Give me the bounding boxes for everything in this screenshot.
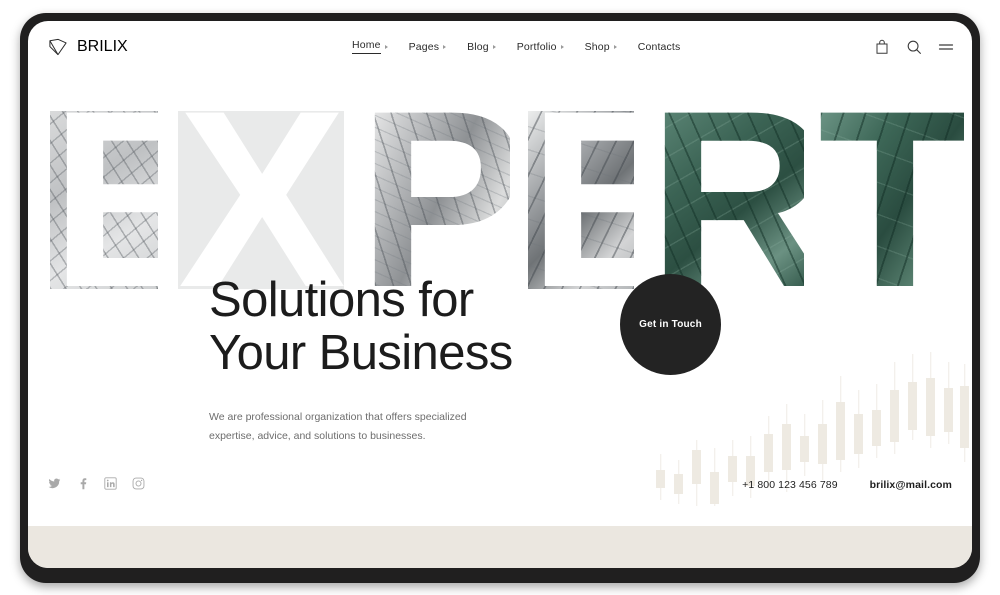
hero-letter-e1: E	[50, 59, 219, 340]
nav-item-home[interactable]: Home	[352, 39, 388, 55]
chevron-right-icon	[560, 44, 564, 49]
search-icon[interactable]	[906, 39, 922, 55]
social-links	[48, 477, 145, 490]
get-in-touch-button[interactable]: Get in Touch	[620, 274, 721, 375]
contact-bar: +1 800 123 456 789 brilix@mail.com	[742, 479, 952, 491]
nav-item-shop[interactable]: Shop	[585, 41, 617, 54]
candlestick-body	[800, 436, 809, 462]
candlestick-body	[872, 410, 881, 446]
candlestick-body	[674, 474, 683, 494]
hero-copy: Solutions for Your Business We are profe…	[209, 274, 513, 446]
nav-label: Home	[352, 39, 381, 54]
twitter-icon[interactable]	[48, 477, 61, 490]
candlestick-bar	[728, 321, 737, 506]
hero-letter-x: X	[178, 59, 347, 340]
brand-name: BRILIX	[77, 38, 128, 55]
hero-description: We are professional organization that of…	[209, 411, 467, 442]
hero-letter-glyph: E	[528, 59, 697, 340]
phone-link[interactable]: +1 800 123 456 789	[742, 479, 838, 491]
hero-letter-p: P	[358, 59, 527, 340]
browser-viewport: BRILIX Home Pages Blog Portfolio Shop Co…	[28, 21, 972, 568]
candlestick-body	[764, 434, 773, 472]
hero-letter-t: T	[818, 59, 972, 340]
hero-letter-r: R	[648, 59, 830, 340]
nav-label: Contacts	[637, 40, 681, 53]
nav-label: Blog	[467, 40, 489, 53]
candlestick-body	[944, 388, 953, 432]
brand-logo[interactable]: BRILIX	[48, 38, 128, 56]
page-title: Solutions for Your Business	[209, 274, 513, 380]
nav-item-pages[interactable]: Pages	[409, 41, 447, 54]
candlestick-body	[960, 386, 969, 448]
shopping-bag-icon[interactable]	[874, 39, 890, 55]
nav-label: Shop	[584, 40, 610, 53]
candlestick-body	[890, 390, 899, 442]
hamburger-menu-icon[interactable]	[938, 39, 954, 55]
hero-letter-glyph: X	[178, 59, 347, 340]
candlestick-body	[908, 382, 917, 430]
instagram-icon[interactable]	[132, 477, 145, 490]
nav-item-contacts[interactable]: Contacts	[638, 41, 681, 54]
device-frame: BRILIX Home Pages Blog Portfolio Shop Co…	[20, 13, 980, 583]
nav-label: Portfolio	[516, 40, 557, 53]
candlestick-body	[710, 472, 719, 504]
candlestick-bar	[960, 321, 969, 506]
linkedin-icon[interactable]	[104, 477, 117, 490]
candlestick-body	[692, 450, 701, 484]
chevron-right-icon	[613, 44, 617, 49]
candlestick-body	[782, 424, 791, 470]
hero-heading-line1: Solutions for	[209, 273, 474, 327]
nav-item-portfolio[interactable]: Portfolio	[517, 41, 564, 54]
chevron-right-icon	[443, 44, 447, 49]
chevron-right-icon	[492, 44, 496, 49]
hero-display-word: E X P E R T	[28, 59, 972, 340]
facebook-icon[interactable]	[76, 477, 89, 490]
email-link[interactable]: brilix@mail.com	[870, 479, 952, 491]
chevron-right-icon	[384, 44, 388, 49]
candlestick-body	[854, 414, 863, 454]
candlestick-body	[728, 456, 737, 482]
diamond-gem-icon	[49, 38, 67, 56]
bottom-section-strip	[28, 526, 972, 568]
hero-letter-glyph: E	[50, 59, 219, 340]
nav-item-blog[interactable]: Blog	[467, 41, 496, 54]
candlestick-body	[818, 424, 827, 464]
hero-heading-line2: Your Business	[209, 326, 513, 380]
candlestick-body	[656, 470, 665, 488]
candlestick-body	[926, 378, 935, 436]
nav-label: Pages	[408, 40, 440, 53]
candlestick-body	[836, 402, 845, 460]
hero-letter-e2: E	[528, 59, 697, 340]
